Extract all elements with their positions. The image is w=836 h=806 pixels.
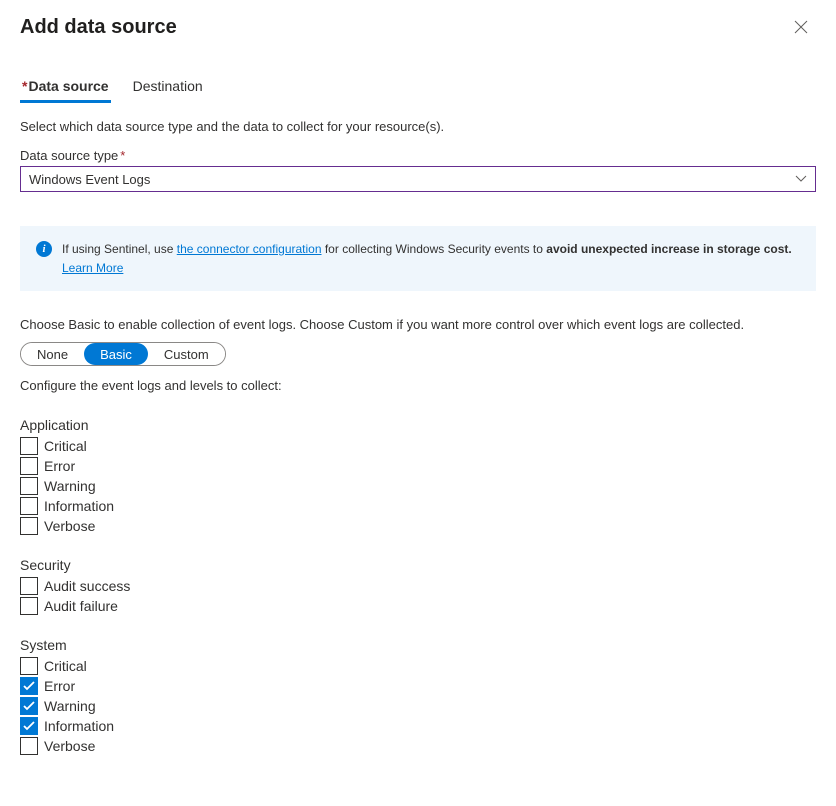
mode-toggle: None Basic Custom <box>20 342 226 366</box>
checkbox-box <box>20 477 38 495</box>
checkbox-application-error[interactable]: Error <box>20 457 816 475</box>
mode-description: Choose Basic to enable collection of eve… <box>20 317 816 332</box>
configure-text: Configure the event logs and levels to c… <box>20 378 816 393</box>
tab-data-source[interactable]: Data source <box>20 72 111 103</box>
checkbox-label: Critical <box>44 658 87 674</box>
close-button[interactable] <box>786 16 816 42</box>
checkbox-box <box>20 517 38 535</box>
helper-text: Select which data source type and the da… <box>20 119 816 134</box>
info-banner: i If using Sentinel, use the connector c… <box>20 226 816 291</box>
checkbox-application-information[interactable]: Information <box>20 497 816 515</box>
checkbox-box <box>20 737 38 755</box>
checkbox-application-critical[interactable]: Critical <box>20 437 816 455</box>
close-icon <box>794 21 808 38</box>
checkbox-label: Information <box>44 718 114 734</box>
checkbox-label: Error <box>44 678 75 694</box>
checkbox-box <box>20 657 38 675</box>
mode-custom[interactable]: Custom <box>148 343 225 365</box>
page-title: Add data source <box>20 16 177 39</box>
checkbox-box <box>20 717 38 735</box>
checkbox-label: Verbose <box>44 738 95 754</box>
tab-destination[interactable]: Destination <box>131 72 205 103</box>
checkbox-label: Warning <box>44 478 96 494</box>
checkbox-label: Warning <box>44 698 96 714</box>
checkbox-box <box>20 677 38 695</box>
checkbox-system-error[interactable]: Error <box>20 677 816 695</box>
checkbox-label: Critical <box>44 438 87 454</box>
select-value: Windows Event Logs <box>29 172 150 187</box>
checkbox-security-audit-failure[interactable]: Audit failure <box>20 597 816 615</box>
checkbox-label: Audit failure <box>44 598 118 614</box>
checkbox-label: Error <box>44 458 75 474</box>
connector-config-link[interactable]: the connector configuration <box>177 242 322 256</box>
info-icon: i <box>36 241 52 257</box>
checkbox-application-verbose[interactable]: Verbose <box>20 517 816 535</box>
checkbox-label: Audit success <box>44 578 130 594</box>
checkbox-box <box>20 597 38 615</box>
chevron-down-icon <box>795 172 807 186</box>
data-source-type-label: Data source type* <box>20 148 816 163</box>
checkbox-box <box>20 437 38 455</box>
tabs: Data source Destination <box>20 72 816 103</box>
checkbox-system-verbose[interactable]: Verbose <box>20 737 816 755</box>
mode-none[interactable]: None <box>21 343 84 365</box>
group-heading-application: Application <box>20 417 816 433</box>
checkbox-box <box>20 497 38 515</box>
learn-more-link[interactable]: Learn More <box>62 259 800 277</box>
checkbox-label: Information <box>44 498 114 514</box>
checkbox-box <box>20 457 38 475</box>
checkbox-box <box>20 577 38 595</box>
group-heading-system: System <box>20 637 816 653</box>
group-heading-security: Security <box>20 557 816 573</box>
checkbox-system-critical[interactable]: Critical <box>20 657 816 675</box>
checkbox-system-information[interactable]: Information <box>20 717 816 735</box>
mode-basic[interactable]: Basic <box>84 343 148 365</box>
checkbox-security-audit-success[interactable]: Audit success <box>20 577 816 595</box>
checkbox-label: Verbose <box>44 518 95 534</box>
checkbox-application-warning[interactable]: Warning <box>20 477 816 495</box>
data-source-type-select[interactable]: Windows Event Logs <box>20 166 816 192</box>
checkbox-box <box>20 697 38 715</box>
checkbox-system-warning[interactable]: Warning <box>20 697 816 715</box>
